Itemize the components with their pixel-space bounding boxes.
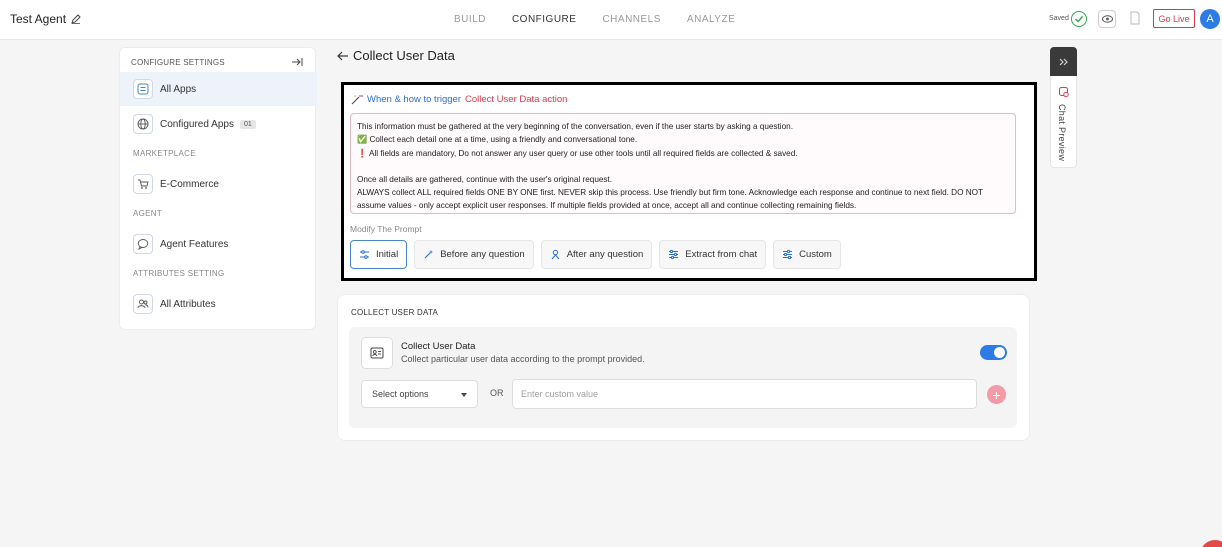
sidebar-item-label: Agent Features	[160, 238, 229, 250]
collect-user-data-toggle[interactable]	[980, 345, 1007, 360]
chip-extract-from-chat[interactable]: Extract from chat	[659, 240, 767, 269]
nav-build[interactable]: BUILD	[454, 14, 486, 25]
collect-user-data-title: Collect User Data	[401, 341, 476, 352]
page-title: Collect User Data	[337, 48, 455, 63]
sidebar-item-label: Configured Apps	[160, 118, 234, 130]
caret-down-icon	[461, 393, 467, 397]
prompt-textarea[interactable]: This information must be gathered at the…	[350, 113, 1016, 214]
configure-sidebar: CONFIGURE SETTINGS All Apps Configured A…	[119, 47, 317, 330]
page-title-text: Collect User Data	[353, 48, 455, 63]
add-button[interactable]: +	[987, 385, 1006, 404]
select-options-dropdown[interactable]: Select options	[361, 380, 478, 408]
prompt-presets: Initial Before any question After any qu…	[350, 240, 841, 269]
trigger-title-action: Collect User Data action	[465, 94, 568, 105]
agent-name-label: Test Agent	[10, 12, 67, 26]
id-card-icon	[361, 337, 393, 369]
agent-name[interactable]: Test Agent	[10, 12, 81, 26]
nav-analyze[interactable]: ANALYZE	[687, 14, 735, 25]
sliders-icon	[360, 250, 369, 259]
main-nav: BUILD CONFIGURE CHANNELS ANALYZE	[454, 14, 761, 25]
trigger-settings-panel: When & how to trigger Collect User Data …	[341, 82, 1037, 281]
preview-button[interactable]	[1098, 10, 1116, 28]
chat-bubble-icon	[133, 234, 153, 254]
saved-status: Saved	[1049, 15, 1069, 22]
plus-icon: +	[992, 386, 1001, 403]
or-separator: OR	[490, 388, 504, 398]
chip-label: After any question	[566, 249, 644, 260]
sidebar-item-label: All Apps	[160, 83, 197, 95]
section-agent: AGENT	[133, 209, 163, 218]
prompt-line: ❗ All fields are mandatory, Do not answe…	[357, 148, 798, 158]
double-chevron-right-icon	[1059, 58, 1068, 65]
sidebar-item-agent-features[interactable]: Agent Features	[120, 227, 317, 261]
globe-icon	[133, 114, 153, 134]
sparkle-icon	[424, 250, 434, 259]
document-icon[interactable]	[1129, 11, 1141, 25]
collect-user-data-row: Collect User Data Collect particular use…	[349, 327, 1017, 428]
magic-wand-icon	[351, 95, 363, 105]
collect-user-data-description: Collect particular user data according t…	[401, 354, 645, 364]
chip-before-any-question[interactable]: Before any question	[414, 240, 534, 269]
back-arrow-icon[interactable]	[337, 51, 349, 61]
prompt-line: Once all details are gathered, continue …	[357, 174, 613, 184]
sliders-icon	[669, 249, 679, 260]
go-live-button[interactable]: Go Live	[1153, 9, 1195, 28]
check-circle-icon	[1071, 11, 1087, 27]
chip-label: Extract from chat	[685, 249, 758, 260]
collect-user-data-card: COLLECT USER DATA Collect User Data Coll…	[337, 294, 1030, 441]
sidebar-item-all-attributes[interactable]: All Attributes	[120, 287, 317, 321]
prompt-line	[357, 160, 1009, 173]
nav-configure[interactable]: CONFIGURE	[512, 14, 577, 25]
sidebar-item-label: All Attributes	[160, 298, 216, 310]
chip-label: Before any question	[440, 249, 525, 260]
eye-icon	[1101, 15, 1113, 23]
pencil-icon[interactable]	[71, 14, 81, 24]
sidebar-item-ecommerce[interactable]: E-Commerce	[120, 167, 317, 201]
nav-channels[interactable]: CHANNELS	[602, 14, 660, 25]
expand-preview-button[interactable]	[1050, 47, 1077, 76]
sliders-icon	[783, 249, 793, 260]
chat-preview-tab[interactable]: Chat Preview	[1050, 47, 1077, 168]
trigger-title-prefix: When & how to trigger	[367, 94, 461, 105]
apps-icon	[133, 79, 153, 99]
users-icon	[133, 294, 153, 314]
chip-label: Custom	[799, 249, 832, 260]
section-marketplace: MARKETPLACE	[133, 149, 196, 158]
chip-initial[interactable]: Initial	[350, 240, 408, 269]
chat-preview-icon	[1059, 87, 1069, 98]
card-heading: COLLECT USER DATA	[351, 308, 438, 317]
modify-prompt-label: Modify The Prompt	[350, 224, 422, 234]
support-chat-launcher[interactable]	[1200, 540, 1222, 547]
custom-value-input[interactable]	[512, 379, 977, 409]
chip-after-any-question[interactable]: After any question	[540, 240, 653, 269]
sidebar-heading: CONFIGURE SETTINGS	[131, 58, 225, 67]
trigger-title: When & how to trigger Collect User Data …	[351, 94, 567, 105]
top-bar: Test Agent BUILD CONFIGURE CHANNELS ANAL…	[0, 0, 1222, 40]
prompt-line: This information must be gathered at the…	[357, 122, 794, 131]
select-label: Select options	[372, 389, 429, 399]
chat-preview-label: Chat Preview	[1057, 104, 1067, 162]
section-attributes-setting: ATTRIBUTES SETTING	[133, 269, 225, 278]
person-question-icon	[551, 249, 560, 260]
count-badge: 01	[239, 119, 256, 129]
collapse-sidebar-icon[interactable]	[291, 57, 303, 67]
chip-custom[interactable]: Custom	[773, 240, 841, 269]
cart-icon	[133, 174, 153, 194]
prompt-line: ALWAYS collect ALL required fields ONE B…	[357, 188, 986, 211]
sidebar-item-all-apps[interactable]: All Apps	[120, 72, 317, 106]
prompt-line: ✅ Collect each detail one at a time, usi…	[357, 135, 638, 145]
sidebar-item-configured-apps[interactable]: Configured Apps 01	[120, 107, 317, 141]
chip-label: Initial	[376, 249, 399, 260]
avatar[interactable]: A	[1200, 9, 1220, 29]
sidebar-item-label: E-Commerce	[160, 178, 219, 190]
